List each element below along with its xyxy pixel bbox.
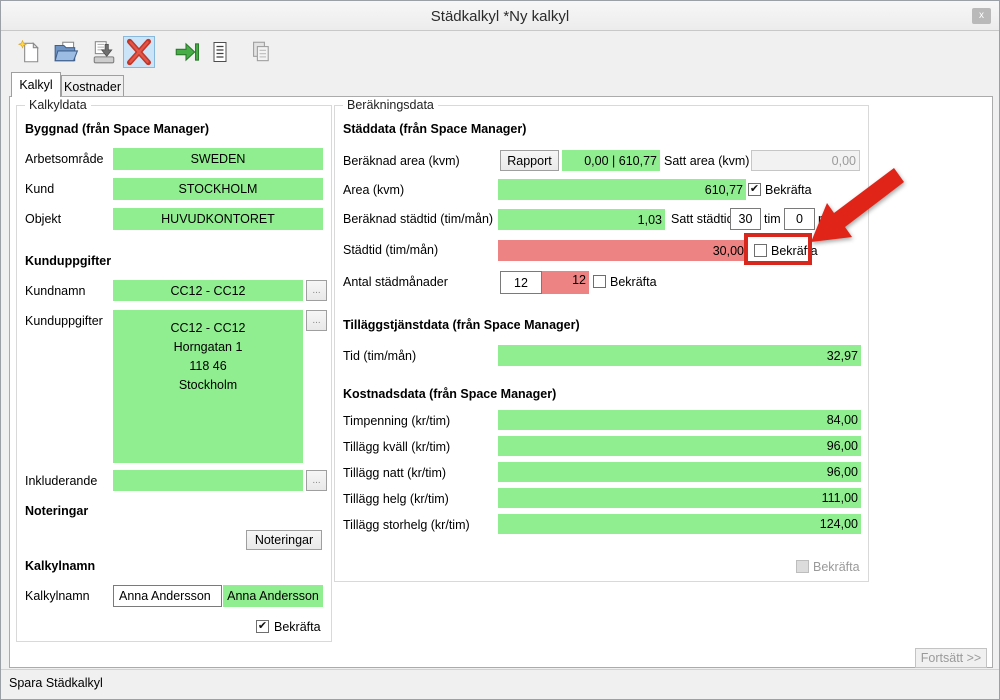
label-area: Area (kvm) [343, 183, 405, 197]
window-title: Städkalkyl *Ny kalkyl [430, 8, 570, 25]
field-kund: STOCKHOLM [113, 178, 323, 200]
label-min: min [818, 212, 839, 226]
heading-noteringar: Noteringar [25, 504, 89, 518]
label-tid: Tid (tim/mån) [343, 349, 417, 363]
app-window: Städkalkyl *Ny kalkyl x Kalkyl Kostnader… [0, 0, 1000, 700]
field-tillagg-storhelg: 124,00 [498, 514, 861, 534]
kund-line-1: CC12 - CC12 [170, 321, 246, 335]
antal-stadmanader-bekrafta-checkbox[interactable] [593, 275, 606, 288]
satt-stadtid-tim-input[interactable] [730, 208, 761, 230]
kalkylnamn-bekrafta-label: Bekräfta [274, 620, 321, 634]
field-timpenning: 84,00 [498, 410, 861, 430]
label-inkluderande: Inkluderande [25, 474, 98, 488]
field-area: 610,77 [498, 179, 746, 200]
tab-kostnader[interactable]: Kostnader [61, 75, 124, 97]
group-kalkyldata-legend: Kalkyldata [25, 98, 91, 112]
field-arbetsomrade: SWEDEN [113, 148, 323, 170]
delete-button[interactable] [123, 36, 155, 68]
field-beraknad-area: 0,00 | 610,77 [562, 150, 660, 171]
label-tillagg-kvall: Tillägg kväll (kr/tim) [343, 440, 451, 454]
new-document-button[interactable] [13, 36, 45, 68]
label-timpenning: Timpenning (kr/tim) [343, 414, 451, 428]
group-berakningsdata-legend: Beräkningsdata [343, 98, 438, 112]
toolbar [1, 32, 999, 72]
field-inkluderande [113, 470, 303, 491]
heading-tillaggstjanst: Tilläggstjänstdata (från Space Manager) [343, 318, 580, 332]
kund-line-3: 118 46 [189, 359, 227, 373]
label-beraknad-area: Beräknad area (kvm) [343, 154, 460, 168]
noteringar-button[interactable]: Noteringar [246, 530, 322, 550]
field-kunduppgifter-detaljer: CC12 - CC12 Horngatan 1 118 46 Stockholm [113, 310, 303, 463]
berakningsdata-bekrafta-checkbox-disabled [796, 560, 809, 573]
heading-byggnad: Byggnad (från Space Manager) [25, 122, 210, 136]
label-kundnamn: Kundnamn [25, 284, 86, 298]
label-stadtid: Städtid (tim/mån) [343, 243, 439, 257]
field-satt-area: 0,00 [751, 150, 860, 171]
heading-staddata: Städdata (från Space Manager) [343, 122, 527, 136]
label-kunduppgifter-detaljer: Kunduppgifter [25, 314, 103, 328]
kund-line-4: Stockholm [178, 378, 238, 392]
field-tillagg-natt: 96,00 [498, 462, 861, 482]
label-satt-area: Satt area (kvm) [664, 154, 750, 168]
kalkylnamn-input[interactable] [113, 585, 222, 607]
kalkylnamn-bekrafta-checkbox[interactable] [256, 620, 269, 633]
report-button[interactable] [204, 36, 236, 68]
label-kund: Kund [25, 182, 55, 196]
field-kalkylnamn-confirmed: Anna Andersson [223, 585, 323, 607]
field-stadtid: 30,00 [498, 240, 747, 261]
field-objekt: HUVUDKONTORET [113, 208, 323, 230]
field-kundnamn: CC12 - CC12 [113, 280, 303, 301]
report-document-icon [213, 42, 227, 62]
fortsatt-button[interactable]: Fortsätt >> [915, 648, 987, 668]
label-tillagg-storhelg: Tillägg storhelg (kr/tim) [343, 518, 470, 532]
field-tid: 32,97 [498, 345, 861, 366]
label-satt-stadtid: Satt städtid [671, 212, 734, 226]
export-button[interactable] [170, 36, 202, 68]
heading-kalkylnamn: Kalkylnamn [25, 559, 96, 573]
tab-page-kalkyl: Kalkyldata Byggnad (från Space Manager) … [9, 96, 993, 668]
label-arbetsomrade: Arbetsområde [25, 152, 104, 166]
label-tim: tim [764, 212, 781, 226]
kunduppgifter-browse-button[interactable]: ... [306, 310, 327, 331]
heading-kostnadsdata: Kostnadsdata (från Space Manager) [343, 387, 557, 401]
close-button[interactable]: x [972, 8, 991, 24]
field-tillagg-kvall: 96,00 [498, 436, 861, 456]
copy-button[interactable] [243, 36, 275, 68]
field-tillagg-helg: 111,00 [498, 488, 861, 508]
kund-line-2: Horngatan 1 [173, 340, 243, 354]
area-bekrafta-label: Bekräfta [765, 183, 812, 197]
copy-icon [253, 41, 269, 62]
rapport-button[interactable]: Rapport [500, 150, 559, 171]
tab-kalkyl[interactable]: Kalkyl [11, 72, 61, 97]
berakningsdata-bekrafta-label-disabled: Bekräfta [813, 560, 860, 574]
delete-x-icon [126, 38, 152, 66]
group-kalkyldata: Kalkyldata Byggnad (från Space Manager) … [16, 98, 332, 642]
antal-stadmanader-bekrafta-label: Bekräfta [610, 275, 657, 289]
label-tillagg-natt: Tillägg natt (kr/tim) [343, 466, 447, 480]
label-tillagg-helg: Tillägg helg (kr/tim) [343, 492, 449, 506]
kundnamn-browse-button[interactable]: ... [306, 280, 327, 301]
field-antal-stadmanader: 12 [542, 271, 589, 294]
satt-stadtid-min-input[interactable] [784, 208, 815, 230]
save-button[interactable] [88, 36, 120, 68]
inkluderande-browse-button[interactable]: ... [306, 470, 327, 491]
label-beraknad-stadtid: Beräknad städtid (tim/mån) [343, 212, 494, 226]
label-objekt: Objekt [25, 212, 62, 226]
area-bekrafta-checkbox[interactable] [748, 183, 761, 196]
field-beraknad-stadtid: 1,03 [498, 209, 665, 230]
status-bar: Spara Städkalkyl [1, 669, 999, 695]
export-arrow-icon [175, 42, 199, 62]
label-kalkylnamn: Kalkylnamn [25, 589, 90, 603]
open-button[interactable] [50, 36, 82, 68]
save-icon [93, 41, 115, 64]
status-text: Spara Städkalkyl [9, 675, 103, 690]
new-document-icon [17, 39, 39, 63]
open-folder-icon [54, 41, 79, 62]
antal-stadmanader-input[interactable] [500, 271, 542, 294]
label-antal-stadmanader: Antal städmånader [343, 275, 448, 289]
title-bar: Städkalkyl *Ny kalkyl x [1, 1, 999, 31]
group-berakningsdata: Beräkningsdata Städdata (från Space Mana… [334, 98, 869, 582]
heading-kunduppgifter: Kunduppgifter [25, 254, 112, 268]
annotation-highlight-rect [744, 233, 812, 265]
